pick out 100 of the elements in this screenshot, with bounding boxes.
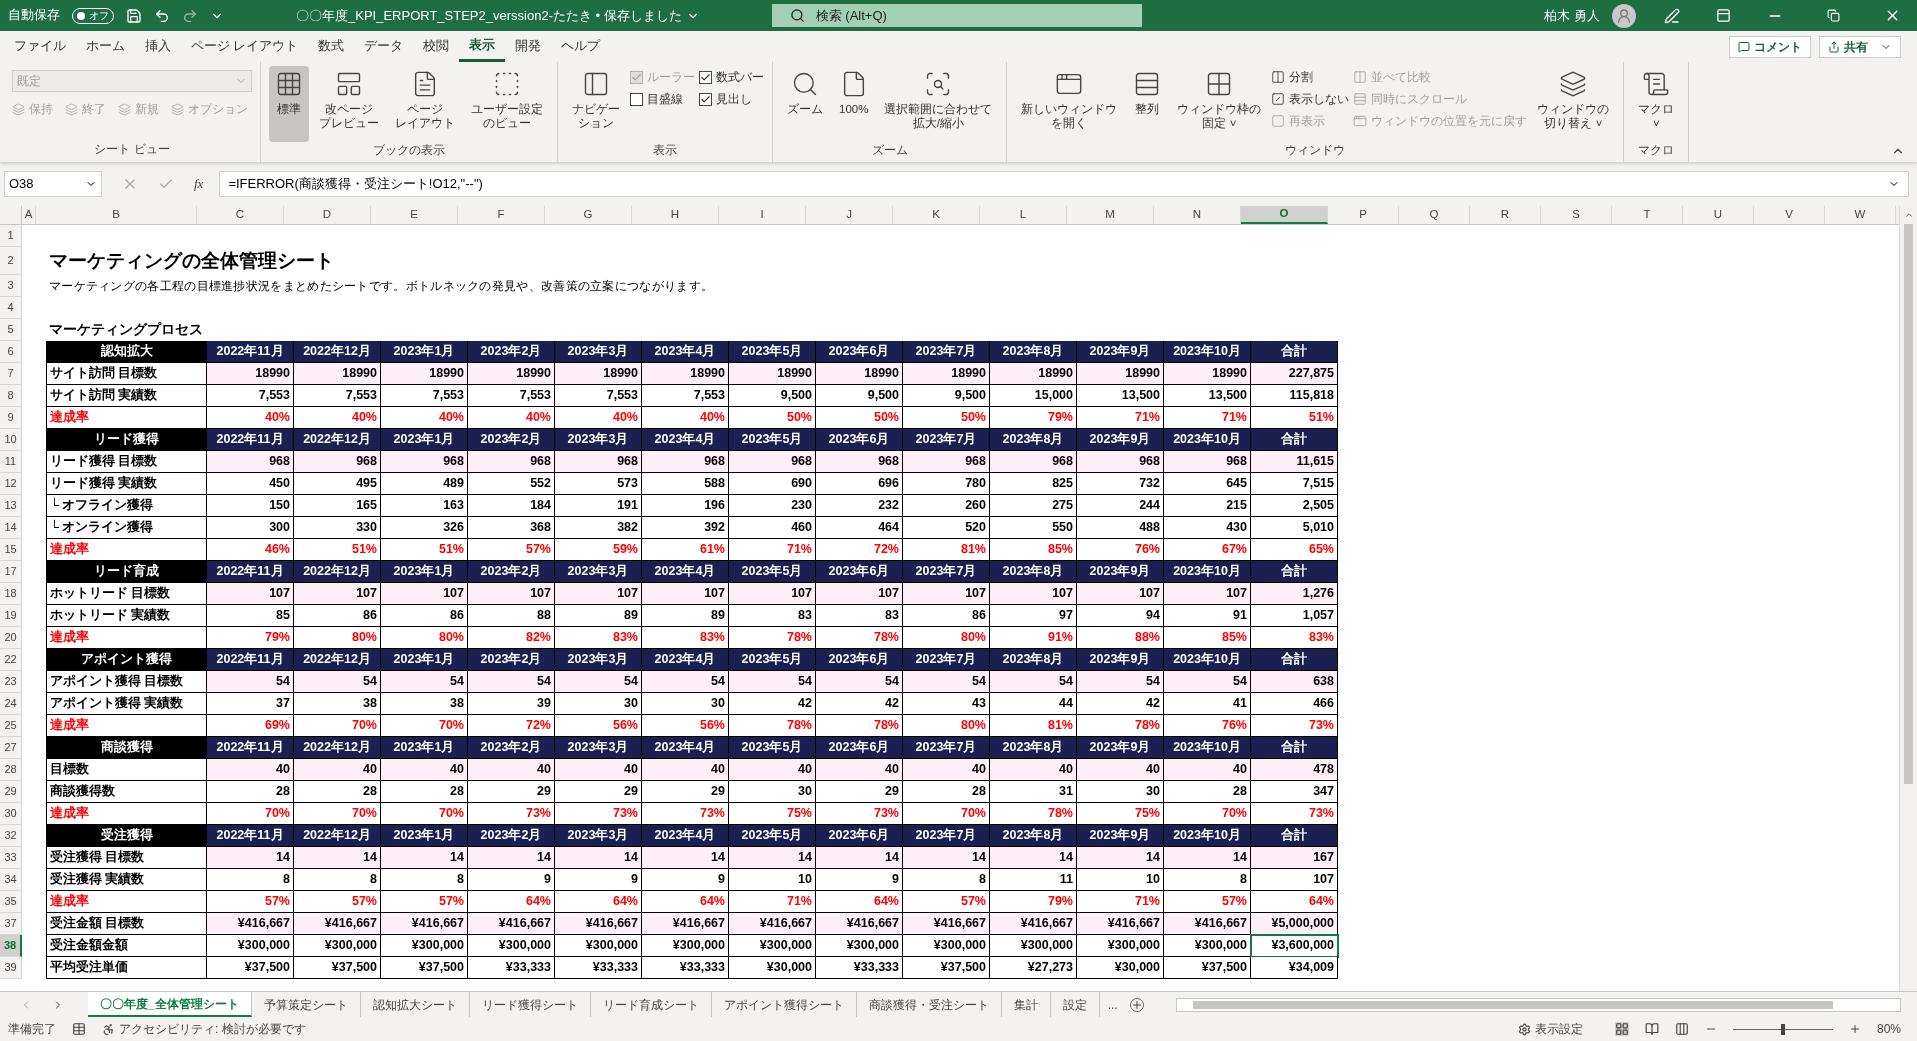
row-heading[interactable]: 12	[0, 473, 22, 495]
row-heading[interactable]: 6	[0, 341, 22, 363]
row-heading[interactable]: 22	[0, 649, 22, 671]
menu-tab[interactable]: 開発	[505, 31, 552, 62]
view-option[interactable]: 数式バー	[699, 66, 764, 88]
undo-icon[interactable]	[154, 7, 170, 24]
search-field[interactable]: 検索 (Alt+Q)	[771, 4, 1142, 27]
ribbon-button[interactable]: 新しいウィンドウ を開く	[1015, 66, 1124, 142]
row-heading[interactable]: 7	[0, 363, 22, 385]
display-settings-button[interactable]: 表示設定	[1517, 1020, 1583, 1038]
column-heading[interactable]: S	[1541, 206, 1612, 224]
accessibility-status[interactable]: アクセシビリティ: 検討が必要です	[102, 1020, 306, 1038]
row-heading[interactable]: 34	[0, 869, 22, 891]
ribbon-button[interactable]: 改ページ プレビュー	[313, 66, 385, 142]
row-heading[interactable]: 39	[0, 957, 22, 979]
ribbon-button[interactable]: 選択範囲に合わせて 拡大/縮小	[878, 66, 999, 142]
row-heading[interactable]: 8	[0, 385, 22, 407]
column-heading[interactable]: L	[980, 206, 1067, 224]
column-heading[interactable]: Q	[1399, 206, 1470, 224]
menu-tab[interactable]: 挿入	[135, 31, 181, 62]
column-heading[interactable]: V	[1754, 206, 1825, 224]
checkbox[interactable]	[699, 92, 712, 106]
name-box[interactable]: O38	[4, 171, 102, 197]
column-heading[interactable]: I	[719, 206, 806, 224]
column-heading[interactable]: B	[36, 206, 197, 224]
column-heading[interactable]: R	[1470, 206, 1541, 224]
column-heading[interactable]: P	[1328, 206, 1399, 224]
ribbon-button[interactable]: 100%	[833, 66, 875, 142]
zoom-slider[interactable]	[1732, 1023, 1833, 1035]
column-heading[interactable]: W	[1825, 206, 1896, 224]
row-heading[interactable]: 14	[0, 517, 22, 539]
row-heading[interactable]: 30	[0, 803, 22, 825]
row-heading[interactable]: 17	[0, 561, 22, 583]
more-sheets-button[interactable]: ...	[1099, 995, 1126, 1014]
column-heading[interactable]: A	[22, 206, 36, 224]
ribbon-button[interactable]: ズーム	[781, 66, 829, 142]
column-heading[interactable]: K	[893, 206, 980, 224]
row-heading[interactable]: 28	[0, 759, 22, 781]
sheet-tab[interactable]: 〇〇年度_全体管理シート	[88, 992, 252, 1017]
menu-tab[interactable]: 数式	[308, 31, 355, 62]
column-heading[interactable]: U	[1683, 206, 1754, 224]
row-heading[interactable]: 29	[0, 781, 22, 803]
row-heading[interactable]: 5	[0, 319, 22, 341]
row-heading[interactable]: 38	[0, 935, 22, 957]
ribbon-button[interactable]: ウィンドウ枠の 固定 ˅	[1171, 66, 1268, 142]
menu-tab[interactable]: データ	[354, 31, 414, 62]
ribbon-button[interactable]: 整列	[1127, 66, 1168, 142]
row-heading[interactable]: 19	[0, 605, 22, 627]
column-heading[interactable]: O	[1241, 206, 1328, 224]
row-heading[interactable]: 32	[0, 825, 22, 847]
menu-tab[interactable]: ページ レイアウト	[181, 31, 309, 62]
row-heading[interactable]: 33	[0, 847, 22, 869]
column-heading[interactable]: J	[806, 206, 893, 224]
row-heading[interactable]: 1	[0, 225, 22, 247]
avatar-icon[interactable]	[1612, 3, 1636, 28]
column-heading[interactable]: D	[284, 206, 371, 224]
zoom-in-icon[interactable]	[1848, 1023, 1861, 1035]
ribbon-button[interactable]: ページ レイアウト	[389, 66, 461, 142]
menu-tab[interactable]: ホーム	[76, 31, 135, 62]
comment-button[interactable]: コメント	[1729, 35, 1811, 58]
row-heading[interactable]: 3	[0, 275, 22, 297]
checkbox[interactable]	[630, 92, 643, 106]
row-heading[interactable]: 10	[0, 429, 22, 451]
row-heading[interactable]: 15	[0, 539, 22, 561]
ribbon-button[interactable]: マクロ ˅	[1632, 66, 1681, 142]
normal-view-icon[interactable]	[1614, 1022, 1629, 1036]
row-heading[interactable]: 35	[0, 891, 22, 913]
ribbon-button[interactable]: ナビゲー ション	[566, 66, 626, 142]
ribbon-button[interactable]: ウィンドウの 切り替え ˅	[1531, 66, 1616, 142]
save-icon[interactable]	[126, 7, 142, 24]
row-heading[interactable]: 25	[0, 715, 22, 737]
ribbon-button[interactable]: 標準	[269, 66, 309, 142]
column-heading[interactable]: G	[545, 206, 632, 224]
row-heading[interactable]: 9	[0, 407, 22, 429]
column-heading[interactable]: M	[1067, 206, 1154, 224]
column-heading[interactable]: C	[197, 206, 284, 224]
column-heading[interactable]: F	[458, 206, 545, 224]
row-heading[interactable]: 18	[0, 583, 22, 605]
menu-tab[interactable]: ファイル	[4, 31, 76, 62]
ribbon-small-button[interactable]: 表示しない	[1271, 88, 1350, 110]
row-heading[interactable]: 20	[0, 627, 22, 649]
row-heading[interactable]: 4	[0, 297, 22, 319]
horizontal-scrollbar[interactable]	[1175, 997, 1901, 1012]
macro-record-icon[interactable]	[72, 1022, 86, 1036]
row-heading[interactable]: 24	[0, 693, 22, 715]
row-heading[interactable]: 13	[0, 495, 22, 517]
scroll-up-icon[interactable]	[1903, 210, 1914, 220]
row-heading[interactable]: 11	[0, 451, 22, 473]
view-option[interactable]: 目盛線	[630, 88, 695, 110]
row-heading[interactable]: 27	[0, 737, 22, 759]
ribbon-small-button[interactable]: 分割	[1271, 66, 1350, 88]
column-heading[interactable]: T	[1612, 206, 1683, 224]
page-break-view-icon[interactable]	[1674, 1022, 1689, 1036]
pen-icon[interactable]	[1664, 7, 1680, 24]
column-heading[interactable]: E	[371, 206, 458, 224]
vertical-scrollbar[interactable]	[1899, 206, 1917, 991]
ribbon-button[interactable]: ユーザー設定 のビュー	[465, 66, 549, 142]
view-option[interactable]: 見出し	[699, 88, 764, 110]
insert-function-button[interactable]: fx	[194, 174, 204, 194]
menu-tab[interactable]: 校閲	[413, 31, 460, 62]
